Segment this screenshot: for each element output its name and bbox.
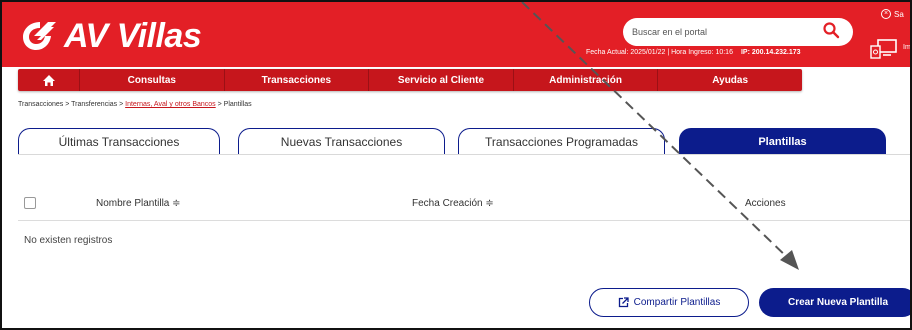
breadcrumb: Transacciones > Transferencias > Interna… [18, 101, 252, 108]
tab-plantillas[interactable]: Plantillas [679, 128, 886, 155]
table-header-divider [18, 220, 910, 221]
tab-transacciones-programadas[interactable]: Transacciones Programadas [458, 128, 665, 155]
tab-nuevas-transacciones[interactable]: Nuevas Transacciones [238, 128, 445, 155]
search-icon[interactable] [822, 21, 840, 39]
search-input[interactable]: Buscar en el portal [623, 18, 853, 46]
column-acciones: Acciones [745, 198, 786, 209]
search-placeholder: Buscar en el portal [632, 27, 708, 37]
breadcrumb-link[interactable]: Internas, Aval y otros Bancos [125, 101, 216, 108]
header: AV Villas Buscar en el portal Fecha Actu… [2, 2, 911, 67]
share-templates-button[interactable]: Compartir Plantillas [589, 288, 749, 317]
nav-home[interactable] [18, 69, 80, 91]
tab-ultimas-transacciones[interactable]: Últimas Transacciones [18, 128, 220, 155]
tabs-divider [18, 154, 910, 155]
home-icon [42, 74, 55, 86]
nav-servicio-cliente[interactable]: Servicio al Cliente [369, 69, 514, 91]
nav-transacciones[interactable]: Transacciones [225, 69, 370, 91]
session-date-time: Fecha Actual: 2025/01/22 | Hora Ingreso:… [586, 49, 733, 56]
external-link-icon [618, 297, 629, 308]
session-info: Fecha Actual: 2025/01/22 | Hora Ingreso:… [586, 49, 801, 56]
create-template-button[interactable]: Crear Nueva Plantilla [759, 288, 910, 317]
logout-label: Sa [894, 9, 904, 19]
empty-state-text: No existen registros [24, 235, 113, 246]
select-all-checkbox[interactable] [24, 197, 36, 209]
main-navbar: Consultas Transacciones Servicio al Clie… [18, 69, 802, 91]
devices-label: Im [903, 44, 911, 51]
column-nombre-plantilla[interactable]: Nombre Plantilla ≑ [96, 198, 181, 209]
logout-link[interactable]: × Sa [881, 9, 904, 19]
av-villas-logo-icon [23, 22, 56, 50]
app-frame: AV Villas Buscar en el portal Fecha Actu… [0, 0, 912, 330]
logo-text: AV Villas [64, 16, 202, 55]
column-fecha-creacion[interactable]: Fecha Creación ≑ [412, 198, 494, 209]
nav-consultas[interactable]: Consultas [80, 69, 225, 91]
devices-icon[interactable] [870, 38, 900, 60]
breadcrumb-suffix: > Plantillas [215, 101, 252, 108]
session-ip: IP: 200.14.232.173 [740, 49, 801, 56]
nav-administracion[interactable]: Administración [514, 69, 659, 91]
av-villas-logo[interactable]: AV Villas [20, 16, 202, 56]
breadcrumb-prefix: Transacciones > Transferencias > [18, 101, 126, 108]
nav-ayudas[interactable]: Ayudas [658, 69, 802, 91]
close-icon: × [881, 9, 891, 19]
share-templates-label: Compartir Plantillas [633, 297, 721, 308]
